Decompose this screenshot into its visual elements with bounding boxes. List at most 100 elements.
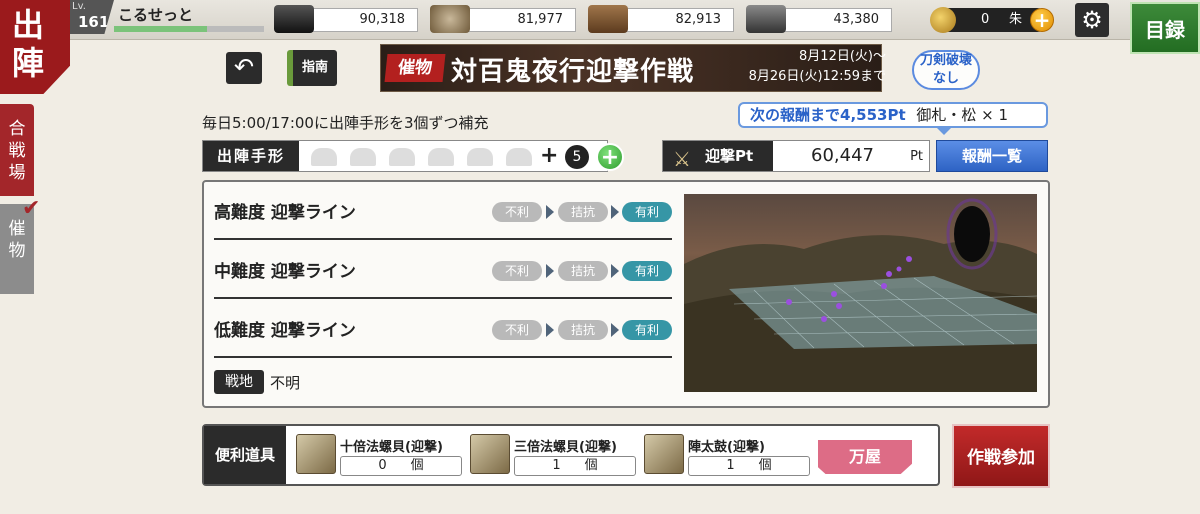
cooling-material-icon [588, 5, 628, 33]
conch-shell-icon[interactable] [296, 434, 336, 474]
item-count-value: 0 [378, 458, 387, 473]
status-arrow-icon [546, 205, 554, 219]
next-reward-item: 御札・松 × 1 [916, 106, 1009, 124]
line-status-pill: 拮抗 [558, 320, 608, 340]
tab-battlefield[interactable]: 合戦場 [0, 104, 34, 196]
tab-battlefield-label: 合戦場 [8, 119, 26, 183]
battlefield-value: 不明 [270, 374, 301, 392]
event-period-start: 8月12日(火)〜 [799, 49, 886, 64]
interception-line-row[interactable]: 中難度 迎撃ライン 不利 拮抗 有利 [214, 241, 672, 299]
line-status-pill: 有利 [622, 320, 672, 340]
item-count: 1個 [688, 456, 810, 476]
buy-coins-button[interactable]: + [1030, 8, 1054, 32]
no-sword-break-badge: 刀剣破壊 なし [912, 50, 980, 90]
status-arrow-icon [611, 264, 619, 278]
guide-button[interactable]: 指南 [287, 50, 337, 86]
whetstone-icon [746, 5, 786, 33]
ticket-slot [467, 148, 493, 166]
reward-list-button[interactable]: 報酬一覧 [936, 140, 1048, 172]
tab-event-label: 催物 [8, 219, 26, 261]
event-period: 8月12日(火)〜 8月26日(火)12:59まで [728, 47, 886, 87]
extra-ticket-count: 5 [565, 145, 589, 169]
item-count: 1個 [514, 456, 636, 476]
next-reward-label: 次の報酬まで4,553Pt [750, 106, 906, 124]
coin-unit: 朱 [1009, 12, 1023, 27]
join-operation-button[interactable]: 作戦参加 [952, 424, 1050, 488]
player-name: こるせっと [118, 6, 194, 24]
line-status-pill: 拮抗 [558, 202, 608, 222]
status-arrow-icon [611, 205, 619, 219]
status-arrow-icon [546, 264, 554, 278]
resource-tamahagane: 81,977 [458, 8, 576, 32]
charcoal-icon [274, 5, 314, 33]
sortie-tickets: 出陣手形 + 5 [202, 140, 608, 172]
points-label-box: ⚔ 迎撃Pt [663, 141, 773, 171]
exp-bar-fill [114, 26, 207, 32]
line-status-pill: 不利 [492, 202, 542, 222]
no-break-line1: 刀剣破壊 [919, 53, 972, 68]
item-count-value: 1 [726, 458, 735, 473]
event-period-end: 8月26日(火)12:59まで [748, 69, 886, 84]
event-tag: 催物 [384, 54, 446, 82]
checkmark-icon: ✔ [22, 196, 41, 221]
line-name: 低難度 迎撃ライン [214, 321, 356, 341]
points-unit: Pt [910, 149, 923, 164]
next-reward-callout: 次の報酬まで4,553Pt 御札・松 × 1 [738, 102, 1048, 135]
items-label: 便利道具 [204, 426, 286, 484]
line-status-pill: 有利 [622, 261, 672, 281]
line-status-pill: 拮抗 [558, 261, 608, 281]
tamahagane-icon [430, 5, 470, 33]
item-count-unit: 個 [758, 458, 772, 473]
back-arrow-icon: ↶ [233, 53, 255, 81]
settings-button[interactable]: ⚙ [1075, 3, 1109, 37]
interception-points: ⚔ 迎撃Pt 60,447 Pt [662, 140, 930, 172]
back-button[interactable]: ↶ [226, 52, 262, 84]
battlefield-scene [684, 198, 1037, 392]
crossed-swords-icon: ⚔ [673, 147, 691, 171]
interception-line-row[interactable]: 高難度 迎撃ライン 不利 拮抗 有利 [214, 182, 672, 240]
ticket-supply-note: 毎日5:00/17:00に出陣手形を3個ずつ補充 [202, 114, 489, 132]
no-break-line2: なし [932, 71, 959, 86]
item-name: 陣太鼓(迎撃) [688, 440, 765, 455]
line-status-pill: 有利 [622, 202, 672, 222]
battlefield-label: 戦地 [214, 370, 264, 394]
item-count: 0個 [340, 456, 462, 476]
line-status-pill: 不利 [492, 320, 542, 340]
ticket-slot [311, 148, 337, 166]
war-drum-icon[interactable] [644, 434, 684, 474]
line-name: 高難度 迎撃ライン [214, 203, 356, 223]
shop-button[interactable]: 万屋 [818, 440, 912, 474]
catalog-button[interactable]: 目録 [1130, 2, 1200, 54]
sortie-tickets-label: 出陣手形 [203, 141, 299, 171]
coin-value: 0 [981, 12, 990, 27]
ticket-slot [389, 148, 415, 166]
status-arrow-icon [611, 323, 619, 337]
item-name: 十倍法螺貝(迎撃) [340, 440, 443, 455]
conch-shell-icon[interactable] [470, 434, 510, 474]
gear-icon: ⚙ [1081, 6, 1103, 34]
resource-whetstone: 43,380 [774, 8, 892, 32]
ticket-slot [506, 148, 532, 166]
ticket-slot [350, 148, 376, 166]
points-label: 迎撃Pt [705, 147, 754, 165]
item-name: 三倍法螺貝(迎撃) [514, 440, 617, 455]
ticket-slot [428, 148, 454, 166]
status-arrow-icon [546, 323, 554, 337]
item-count-unit: 個 [584, 458, 598, 473]
item-count-value: 1 [552, 458, 561, 473]
resource-charcoal: 90,318 [300, 8, 418, 32]
level-value: 161 [78, 13, 110, 31]
screen-title-banner: 出陣 [0, 0, 70, 94]
coin-icon [930, 7, 956, 33]
plus-sign: + [540, 143, 559, 168]
event-name: 対百鬼夜行迎撃作戦 [451, 57, 695, 87]
add-ticket-button[interactable]: + [596, 143, 624, 171]
line-name: 中難度 迎撃ライン [214, 262, 356, 282]
interception-line-row[interactable]: 低難度 迎撃ライン 不利 拮抗 有利 [214, 300, 672, 358]
resource-cooling-material: 82,913 [616, 8, 734, 32]
item-count-unit: 個 [410, 458, 424, 473]
battlefield-image [684, 194, 1037, 392]
screen-title: 出陣 [11, 6, 44, 82]
points-value: 60,447 [811, 145, 874, 166]
exp-bar [114, 26, 264, 32]
